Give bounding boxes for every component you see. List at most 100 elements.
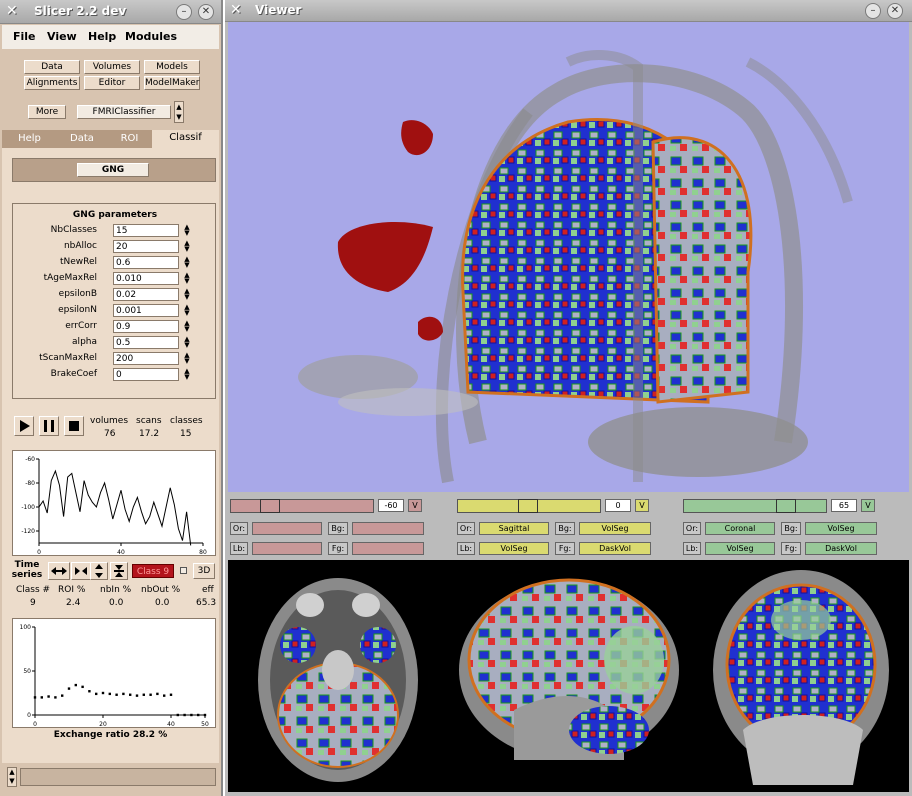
tab-classif[interactable]: Classif bbox=[152, 130, 219, 148]
models-module-button[interactable]: Models bbox=[144, 60, 200, 74]
yellow-or-field[interactable]: Sagittal bbox=[479, 522, 549, 535]
data-point bbox=[163, 694, 166, 697]
green-slider-thumb[interactable] bbox=[776, 499, 796, 513]
red-offset-field[interactable]: -60 bbox=[378, 499, 404, 512]
module-select[interactable]: FMRIClassifier bbox=[77, 105, 171, 119]
param-input[interactable]: 20 bbox=[113, 240, 179, 253]
expand-vertical-button[interactable] bbox=[90, 562, 108, 580]
param-spinner[interactable]: ▲ ▼ bbox=[183, 240, 191, 253]
pause-button[interactable] bbox=[39, 416, 59, 436]
time-series-label: Time series bbox=[11, 560, 43, 580]
green-or-field[interactable]: Coronal bbox=[705, 522, 775, 535]
param-spinner[interactable]: ▲ ▼ bbox=[183, 288, 191, 301]
red-slice-slider[interactable] bbox=[230, 499, 374, 513]
x-tick-label: 50 bbox=[201, 721, 209, 727]
menu-file[interactable]: File bbox=[13, 30, 36, 43]
3d-button[interactable]: 3D bbox=[193, 563, 215, 579]
data-module-button[interactable]: Data bbox=[24, 60, 80, 74]
class-button[interactable]: Class 9 bbox=[132, 564, 174, 578]
data-point bbox=[176, 713, 179, 717]
data-point bbox=[149, 693, 152, 696]
console-input[interactable] bbox=[20, 768, 216, 786]
yellow-v-button[interactable]: V bbox=[635, 499, 649, 512]
param-spinner[interactable]: ▲ ▼ bbox=[183, 272, 191, 285]
viewer-menu-icon[interactable]: ✕ bbox=[230, 2, 242, 18]
modelmaker-module-button[interactable]: ModelMaker bbox=[144, 76, 200, 90]
compress-horizontal-icon bbox=[75, 567, 87, 575]
tab-data[interactable]: Data bbox=[57, 131, 107, 147]
expand-horizontal-button[interactable] bbox=[48, 562, 70, 580]
param-input[interactable]: 0.6 bbox=[113, 256, 179, 269]
data-point bbox=[88, 690, 91, 693]
green-lb-field[interactable]: VolSeg bbox=[705, 542, 775, 555]
green-fg-field[interactable]: DaskVol bbox=[805, 542, 877, 555]
viewer-close-icon[interactable]: ✕ bbox=[887, 3, 903, 19]
sagittal-slice-view[interactable] bbox=[454, 560, 682, 792]
volumes-module-button[interactable]: Volumes bbox=[84, 60, 140, 74]
slicer-titlebar[interactable]: ✕ Slicer 2.2 dev – ✕ bbox=[0, 0, 221, 24]
param-input[interactable]: 0.5 bbox=[113, 336, 179, 349]
module-spinner[interactable]: ▲ ▼ bbox=[174, 101, 184, 123]
param-spinner[interactable]: ▲ ▼ bbox=[183, 224, 191, 237]
menu-view[interactable]: View bbox=[47, 30, 77, 43]
green-v-button[interactable]: V bbox=[861, 499, 875, 512]
red-fg-field[interactable] bbox=[352, 542, 424, 555]
coronal-slice-view[interactable] bbox=[683, 560, 909, 792]
yellow-offset-field[interactable]: 0 bbox=[605, 499, 631, 512]
menu-modules[interactable]: Modules bbox=[125, 30, 177, 43]
red-lb-field[interactable] bbox=[252, 542, 322, 555]
viewer-titlebar[interactable]: ✕ Viewer – ✕ bbox=[225, 0, 912, 22]
3d-view[interactable] bbox=[228, 22, 909, 492]
data-point bbox=[183, 713, 186, 717]
red-v-button[interactable]: V bbox=[408, 499, 422, 512]
green-bg-field[interactable]: VolSeg bbox=[805, 522, 877, 535]
alignments-module-button[interactable]: Alignments bbox=[24, 76, 80, 90]
param-input[interactable]: 0 bbox=[113, 368, 179, 381]
green-slice-slider[interactable] bbox=[683, 499, 827, 513]
param-input[interactable]: 0.010 bbox=[113, 272, 179, 285]
yellow-lb-field[interactable]: VolSeg bbox=[479, 542, 549, 555]
param-spinner[interactable]: ▲ ▼ bbox=[183, 336, 191, 349]
red-slider-thumb[interactable] bbox=[260, 499, 280, 513]
editor-module-button[interactable]: Editor bbox=[84, 76, 140, 90]
tab-help[interactable]: Help bbox=[2, 131, 57, 147]
param-spinner[interactable]: ▲ ▼ bbox=[183, 256, 191, 269]
data-point bbox=[81, 685, 84, 689]
red-or-field[interactable] bbox=[252, 522, 322, 535]
param-input[interactable]: 0.001 bbox=[113, 304, 179, 317]
stop-button[interactable] bbox=[64, 416, 84, 436]
tab-roi[interactable]: ROI bbox=[107, 131, 152, 147]
red-bg-field[interactable] bbox=[352, 522, 424, 535]
param-input[interactable]: 200 bbox=[113, 352, 179, 365]
gng-button[interactable]: GNG bbox=[77, 163, 149, 177]
menu-help[interactable]: Help bbox=[88, 30, 116, 43]
compress-horizontal-button[interactable] bbox=[71, 562, 91, 580]
param-input[interactable]: 0.9 bbox=[113, 320, 179, 333]
param-input[interactable]: 0.02 bbox=[113, 288, 179, 301]
param-input[interactable]: 15 bbox=[113, 224, 179, 237]
data-point bbox=[156, 692, 159, 696]
axial-slice-view[interactable] bbox=[228, 560, 453, 792]
param-spinner[interactable]: ▲ ▼ bbox=[183, 320, 191, 333]
pause-icon bbox=[44, 420, 54, 432]
play-button[interactable] bbox=[14, 416, 34, 436]
yellow-bg-field[interactable]: VolSeg bbox=[579, 522, 651, 535]
param-row: epsilonB 0.02 ▲ ▼ bbox=[13, 288, 217, 302]
close-icon[interactable]: ✕ bbox=[198, 4, 214, 20]
param-spinner[interactable]: ▲ ▼ bbox=[183, 368, 191, 381]
data-point bbox=[169, 693, 173, 696]
window-menu-icon[interactable]: ✕ bbox=[6, 3, 18, 19]
series-line bbox=[38, 469, 192, 546]
yellow-slider-thumb[interactable] bbox=[518, 499, 538, 513]
param-spinner[interactable]: ▲ ▼ bbox=[183, 352, 191, 365]
param-spinner[interactable]: ▲ ▼ bbox=[183, 304, 191, 317]
minimize-icon[interactable]: – bbox=[176, 4, 192, 20]
more-button[interactable]: More bbox=[28, 105, 66, 119]
yellow-fg-field[interactable]: DaskVol bbox=[579, 542, 651, 555]
viewer-minimize-icon[interactable]: – bbox=[865, 3, 881, 19]
class-checkbox[interactable] bbox=[180, 567, 187, 574]
green-offset-field[interactable]: 65 bbox=[831, 499, 857, 512]
compress-vertical-button[interactable] bbox=[110, 562, 128, 580]
console-spinner[interactable]: ▲ ▼ bbox=[7, 767, 17, 787]
param-label: alpha bbox=[72, 337, 97, 347]
